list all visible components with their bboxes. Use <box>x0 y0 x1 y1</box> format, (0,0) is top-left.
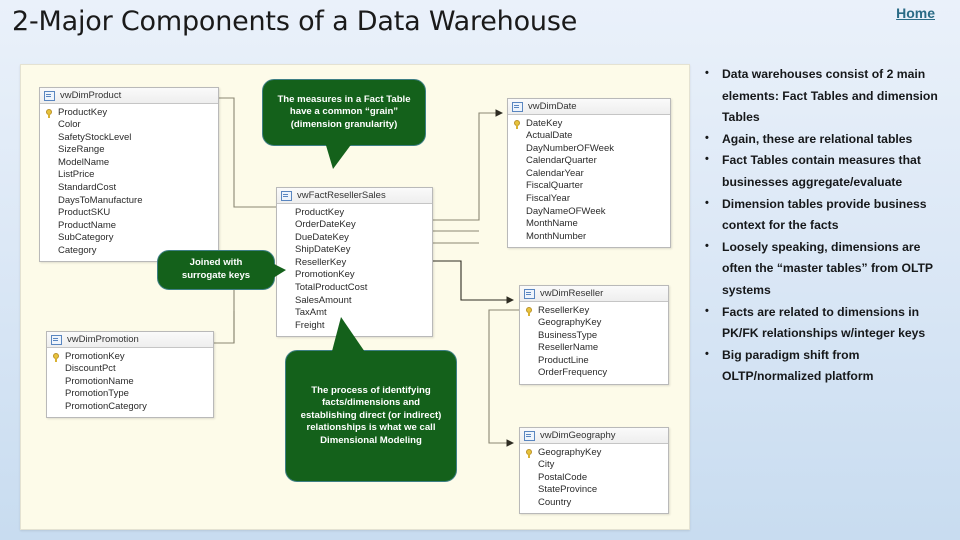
table-icon <box>524 288 535 299</box>
er-field: OrderFrequency <box>538 367 608 379</box>
er-field: ResellerKey <box>520 304 668 317</box>
er-field: OrderDateKey <box>295 219 356 231</box>
er-field-list: ProductKey Color SafetyStockLevel SizeRa… <box>40 104 218 261</box>
primary-key-icon <box>46 108 52 118</box>
er-table-title: vwDimDate <box>528 101 577 112</box>
er-table-header: vwDimProduct <box>40 88 218 104</box>
er-field: PromotionKey <box>47 350 213 363</box>
er-table-header: vwDimDate <box>508 99 670 115</box>
er-field: ResellerKey <box>295 256 347 268</box>
er-field-list: GeographyKey City PostalCode StateProvin… <box>520 444 668 513</box>
er-field: SubCategory <box>58 232 114 244</box>
er-field: DateKey <box>508 117 670 130</box>
er-field: DaysToManufacture <box>58 194 143 206</box>
er-field: ProductKey <box>40 106 218 119</box>
page-title: 2-Major Components of a Data Warehouse <box>12 6 578 37</box>
er-field: FiscalQuarter <box>526 180 584 192</box>
er-field: SalesAmount <box>295 294 352 306</box>
er-field: MonthName <box>526 218 578 230</box>
callout-surrogate-keys: Joined with surrogate keys <box>157 250 286 290</box>
er-table-geography[interactable]: vwDimGeography GeographyKey City PostalC… <box>519 427 669 514</box>
er-table-date[interactable]: vwDimDate DateKey ActualDate DayNumberOF… <box>507 98 671 248</box>
er-field: DayNumberOFWeek <box>526 142 614 154</box>
list-item: Data warehouses consist of 2 main elemen… <box>700 63 950 129</box>
primary-key-icon <box>53 352 59 362</box>
er-field: ListPrice <box>58 169 95 181</box>
er-table-title: vwDimReseller <box>540 288 604 299</box>
list-item: Loosely speaking, dimensions are often t… <box>700 236 950 302</box>
er-field-list: ResellerKey GeographyKey BusinessType Re… <box>520 302 668 384</box>
callout-tail <box>325 142 353 169</box>
er-field-list: DateKey ActualDate DayNumberOFWeek Calen… <box>508 115 670 247</box>
table-icon <box>51 334 62 345</box>
callout-tail <box>270 262 286 280</box>
er-table-title: vwDimPromotion <box>67 334 139 345</box>
primary-key-icon <box>514 119 520 129</box>
er-field: SafetyStockLevel <box>58 131 132 143</box>
er-field: GeographyKey <box>538 317 602 329</box>
diagram-panel: vwDimProduct ProductKey Color SafetyStoc… <box>20 64 690 530</box>
home-link[interactable]: Home <box>896 5 935 21</box>
er-table-title: vwDimGeography <box>540 430 616 441</box>
list-item: Big paradigm shift from OLTP/normalized … <box>700 344 950 388</box>
er-field: ProductKey <box>295 206 345 218</box>
er-field: PromotionType <box>65 388 129 400</box>
primary-key-icon <box>526 306 532 316</box>
callout-tail <box>331 317 367 355</box>
er-table-fact-reseller-sales[interactable]: vwFactResellerSales ProductKey OrderDate… <box>276 187 433 337</box>
table-icon <box>524 430 535 441</box>
er-field: ProductSKU <box>58 207 111 219</box>
er-table-title: vwFactResellerSales <box>297 190 386 201</box>
er-field: BusinessType <box>538 329 598 341</box>
er-field: ShipDateKey <box>295 244 351 256</box>
er-field: ModelName <box>58 156 110 168</box>
er-field: PromotionName <box>65 375 134 387</box>
er-field: DiscountPct <box>65 363 116 375</box>
er-field: TotalProductCost <box>295 282 368 294</box>
er-field: Country <box>538 496 572 508</box>
primary-key-icon <box>526 448 532 458</box>
list-item: Facts are related to dimensions in PK/FK… <box>700 301 950 345</box>
key-points-list: Data warehouses consist of 2 main elemen… <box>700 63 950 388</box>
er-table-header: vwDimPromotion <box>47 332 213 348</box>
table-icon <box>281 190 292 201</box>
er-field: PromotionKey <box>295 269 355 281</box>
er-field: ProductLine <box>538 354 589 366</box>
er-field: ResellerName <box>538 342 599 354</box>
er-field: StateProvince <box>538 484 598 496</box>
er-table-reseller[interactable]: vwDimReseller ResellerKey GeographyKey B… <box>519 285 669 385</box>
er-field-list: PromotionKey DiscountPct PromotionName P… <box>47 348 213 417</box>
callout-dimensional-modeling: The process of identifying facts/dimensi… <box>285 317 457 482</box>
er-field: ActualDate <box>526 130 573 142</box>
table-icon <box>44 90 55 101</box>
er-field: ProductName <box>58 219 117 231</box>
er-field: SizeRange <box>58 144 105 156</box>
callout-text: Joined with surrogate keys <box>181 257 251 281</box>
er-table-product[interactable]: vwDimProduct ProductKey Color SafetyStoc… <box>39 87 219 263</box>
er-field: Color <box>58 119 81 131</box>
er-field: StandardCost <box>58 182 117 194</box>
er-field: PostalCode <box>538 471 588 483</box>
er-table-title: vwDimProduct <box>60 90 122 101</box>
list-item: Dimension tables provide business contex… <box>700 193 950 237</box>
list-item: Fact Tables contain measures that busine… <box>700 149 950 193</box>
er-field: DayNameOFWeek <box>526 205 606 217</box>
er-table-header: vwFactResellerSales <box>277 188 432 204</box>
er-table-promotion[interactable]: vwDimPromotion PromotionKey DiscountPct … <box>46 331 214 418</box>
er-field: City <box>538 459 555 471</box>
er-field: CalendarYear <box>526 167 584 179</box>
er-table-header: vwDimGeography <box>520 428 668 444</box>
er-field: DueDateKey <box>295 231 349 243</box>
er-field: PromotionCategory <box>65 400 147 412</box>
er-field: CalendarQuarter <box>526 155 597 167</box>
list-item: Again, these are relational tables <box>700 128 950 151</box>
callout-fact-grain: The measures in a Fact Table have a comm… <box>262 79 426 169</box>
callout-text: The process of identifying facts/dimensi… <box>300 384 442 446</box>
er-field: FiscalYear <box>526 193 571 205</box>
callout-text: The measures in a Fact Table have a comm… <box>277 93 411 130</box>
er-field: MonthNumber <box>526 230 587 242</box>
er-table-header: vwDimReseller <box>520 286 668 302</box>
er-field: GeographyKey <box>520 446 668 459</box>
table-icon <box>512 101 523 112</box>
